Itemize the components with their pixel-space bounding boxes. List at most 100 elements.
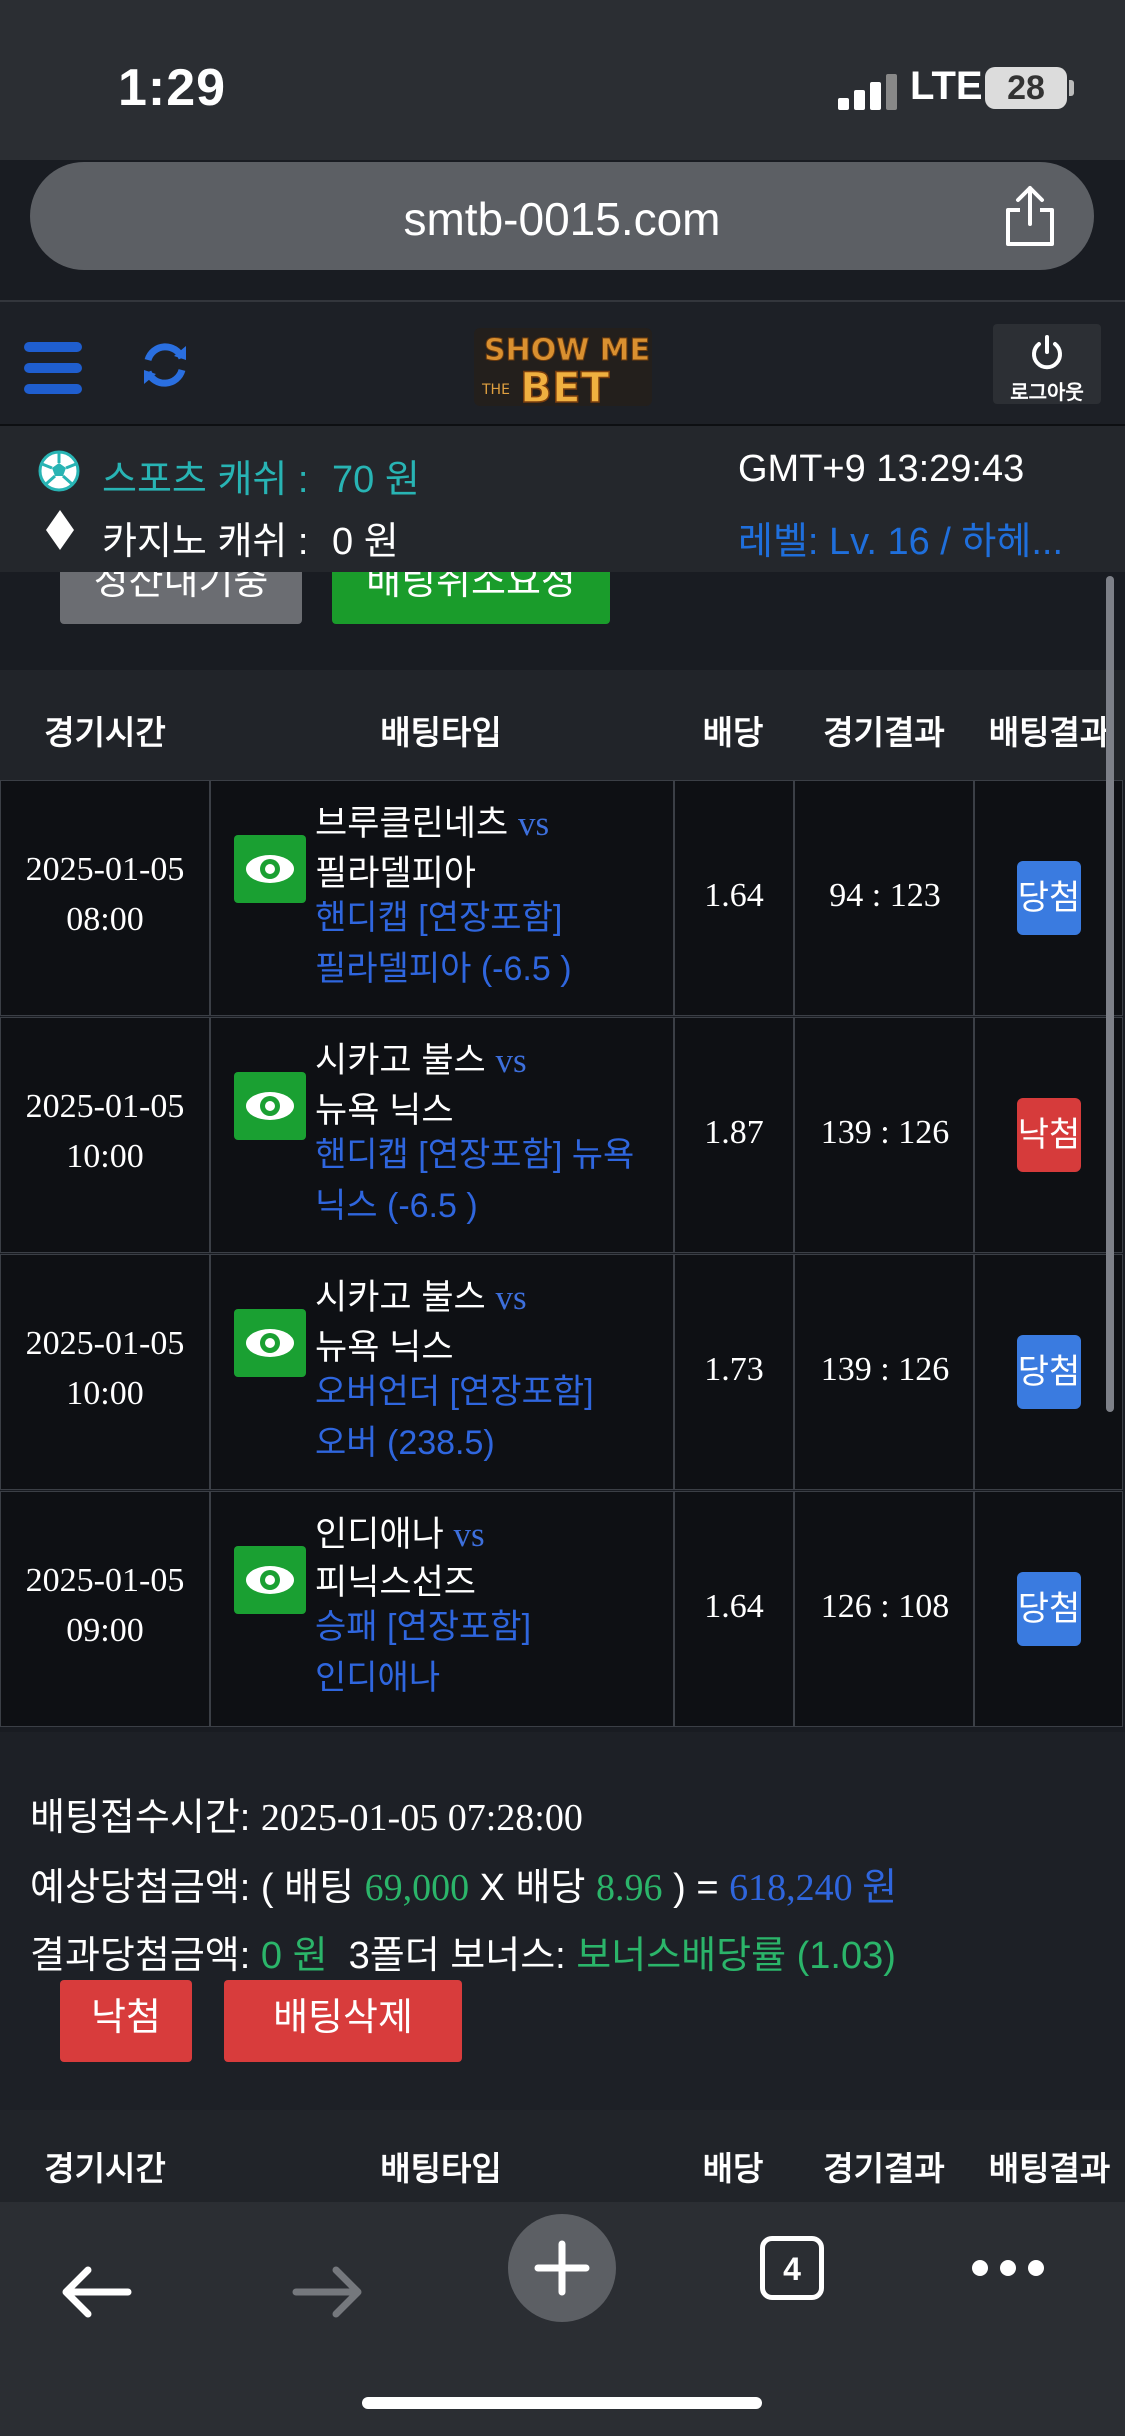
network-label: LTE — [910, 64, 983, 108]
match-score: 139 : 126 — [820, 1114, 950, 1151]
header-match-result: 경기결과 — [823, 714, 945, 751]
accept-time-line: 배팅접수시간: 2025-01-05 07:28:00 — [30, 1786, 583, 1841]
delete-bet-button[interactable]: 배팅삭제 — [224, 1980, 462, 2062]
bonus-label: 3폴더 보너스: — [348, 1935, 566, 1977]
sports-cash-label: 스포츠 캐쉬 : — [102, 459, 309, 501]
table-row: 2025-01-05 08:00 브루클린네츠 vs 필라델피아 핸디캡 [연장… — [0, 780, 1123, 1016]
power-icon — [1032, 335, 1062, 370]
forward-arrow-icon[interactable] — [292, 2262, 366, 2322]
site-header: SHOW ME THE BET 로그아웃 — [0, 300, 1125, 428]
bet-amount: 69,000 — [364, 1867, 470, 1909]
odds-value: 1.64 — [704, 1588, 764, 1625]
bet-type: 핸디캡 [연장포함] 필라델피아 (-6.5 ) — [315, 899, 572, 988]
bonus-value: 보너스배당률 (1.03) — [576, 1935, 896, 1977]
url-text[interactable]: smtb-0015.com — [30, 192, 1094, 246]
match-date: 2025-01-05 — [25, 1562, 185, 1599]
scrollbar[interactable] — [1106, 576, 1114, 1412]
odds-value: 1.64 — [704, 877, 764, 914]
expected-win-line: 예상당첨금액: ( 배팅 69,000 X 배당 8.96 ) = 618,24… — [30, 1856, 897, 1911]
casino-cash-amount: 0 원 — [332, 521, 399, 563]
header-bet-type: 배팅타입 — [380, 714, 502, 751]
result-win-line: 결과당첨금액: 0 원 3폴더 보너스: 보너스배당률 (1.03) — [30, 1924, 896, 1979]
eye-icon[interactable] — [234, 1309, 306, 1377]
eye-icon[interactable] — [234, 835, 306, 903]
result-win-label: 결과당첨금액: — [30, 1935, 251, 1977]
odds-value: 1.73 — [704, 1351, 764, 1388]
share-icon[interactable] — [1000, 184, 1060, 248]
server-clock: GMT+9 13:29:43 — [738, 448, 1025, 490]
table-row: 2025-01-05 10:00 시카고 불스 vs 뉴욕 닉스 오버언더 [연… — [0, 1254, 1123, 1490]
expected-open: ( 배팅 — [260, 1867, 355, 1909]
match-date: 2025-01-05 — [25, 1325, 185, 1362]
result-badge-lose: 낙첨 — [1017, 1098, 1081, 1172]
vs-label: vs — [495, 1041, 527, 1080]
match-time: 09:00 — [66, 1612, 144, 1649]
vs-label: vs — [453, 1515, 485, 1554]
expected-win-amount: 618,240 원 — [729, 1867, 898, 1909]
accept-time-value: 2025-01-05 07:28:00 — [260, 1797, 583, 1839]
match-date: 2025-01-05 — [25, 851, 185, 888]
table-row: 2025-01-05 09:00 인디애나 vs 피닉스선즈 승패 [연장포함]… — [0, 1491, 1123, 1727]
match-time: 10:00 — [66, 1138, 144, 1175]
table-header: 경기시간 배팅타입 배당 경기결과 배팅결과 — [0, 670, 1125, 780]
result-badge-win: 당첨 — [1017, 1335, 1081, 1409]
logout-label: 로그아웃 — [1010, 382, 1084, 404]
match-score: 126 : 108 — [820, 1588, 950, 1625]
refresh-icon[interactable] — [138, 338, 192, 392]
lose-status-button[interactable]: 낙첨 — [60, 1980, 192, 2062]
match-date: 2025-01-05 — [25, 1088, 185, 1125]
svg-text:THE: THE — [481, 382, 510, 398]
header-match-result: 경기결과 — [823, 2150, 945, 2187]
away-team: 뉴욕 닉스 — [315, 1091, 454, 1130]
match-score: 94 : 123 — [829, 877, 941, 914]
header-odds: 배당 — [702, 2150, 764, 2187]
vs-label: vs — [517, 804, 550, 843]
vs-label: vs — [495, 1278, 527, 1317]
bet-type: 핸디캡 [연장포함] 뉴욕 닉스 (-6.5 ) — [315, 1136, 635, 1225]
bet-type: 승패 [연장포함] 인디애나 — [315, 1608, 532, 1697]
site-logo[interactable]: SHOW ME THE BET — [472, 324, 654, 410]
times-odds-label: X 배당 — [479, 1867, 586, 1909]
table-row: 2025-01-05 10:00 시카고 불스 vs 뉴욕 닉스 핸디캡 [연장… — [0, 1017, 1123, 1253]
new-tab-button[interactable] — [508, 2214, 616, 2322]
hamburger-menu-icon[interactable] — [24, 342, 82, 394]
bet-type: 오버언더 [연장포함] 오버 (238.5) — [315, 1373, 594, 1462]
home-team: 시카고 불스 — [315, 1278, 486, 1317]
battery-tip — [1069, 80, 1074, 96]
result-badge-win: 당첨 — [1017, 861, 1081, 935]
header-match-time: 경기시간 — [44, 2150, 166, 2187]
address-bar[interactable]: smtb-0015.com — [30, 162, 1094, 270]
tabs-button[interactable]: 4 — [760, 2236, 824, 2300]
casino-cash-label: 카지노 캐쉬 : — [102, 521, 309, 563]
away-team: 뉴욕 닉스 — [315, 1328, 454, 1367]
result-badge-win: 당첨 — [1017, 1572, 1081, 1646]
header-bet-result: 배팅결과 — [988, 714, 1111, 751]
home-indicator — [362, 2397, 762, 2409]
header-match-time: 경기시간 — [44, 714, 166, 751]
match-time: 08:00 — [66, 901, 144, 938]
home-team: 시카고 불스 — [315, 1041, 486, 1080]
logout-button[interactable]: 로그아웃 — [993, 324, 1101, 404]
back-arrow-icon[interactable] — [58, 2262, 132, 2322]
diamond-icon — [46, 510, 74, 550]
odds-value: 1.87 — [704, 1114, 764, 1151]
plus-icon — [534, 2240, 590, 2296]
user-level[interactable]: 레벨: Lv. 16 / 하헤... — [738, 510, 1063, 565]
match-score: 139 : 126 — [820, 1351, 950, 1388]
expected-close: ) = — [673, 1867, 719, 1909]
away-team: 피닉스선즈 — [315, 1563, 477, 1602]
home-team: 브루클린네츠 — [315, 804, 509, 843]
more-icon[interactable] — [970, 2256, 1046, 2280]
eye-icon[interactable] — [234, 1546, 306, 1614]
signal-icon — [838, 72, 898, 110]
accept-time-label: 배팅접수시간: — [30, 1797, 251, 1839]
match-time: 10:00 — [66, 1375, 144, 1412]
expected-win-label: 예상당첨금액: — [30, 1867, 251, 1909]
sports-cash-amount: 70 원 — [332, 459, 420, 501]
soccer-ball-icon — [38, 450, 80, 492]
result-win-amount: 0 원 — [260, 1935, 328, 1977]
battery-icon: 28 — [985, 67, 1067, 109]
header-odds: 배당 — [702, 714, 764, 751]
eye-icon[interactable] — [234, 1072, 306, 1140]
svg-text:BET: BET — [520, 363, 610, 410]
